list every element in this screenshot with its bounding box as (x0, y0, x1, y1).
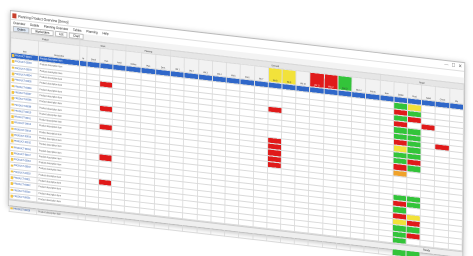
column-header[interactable]: Avail. (112, 49, 127, 66)
folder-icon (10, 170, 13, 173)
column-header[interactable]: Wk 15 (365, 78, 380, 95)
column-header[interactable]: Info (449, 88, 464, 105)
folder-icon (10, 188, 13, 192)
folder-icon (11, 115, 14, 118)
folder-icon (11, 90, 14, 94)
folder-icon (11, 66, 14, 70)
folder-icon (11, 60, 15, 63)
column-header[interactable]: Wk 12 (323, 73, 338, 90)
column-header[interactable]: Wk 11 (309, 72, 325, 89)
folder-icon (11, 78, 14, 82)
folder-icon (10, 176, 13, 179)
folder-icon (10, 194, 13, 198)
column-header[interactable]: Sales (421, 84, 436, 102)
folder-icon (10, 151, 14, 155)
folder-icon (11, 84, 14, 88)
column-header[interactable]: Wk 3 (198, 59, 213, 76)
minimize-icon[interactable]: — (444, 62, 448, 68)
folder-icon (10, 206, 13, 210)
folder-icon (11, 109, 14, 112)
column-header[interactable]: Wk 7 (254, 65, 269, 82)
folder-icon (10, 164, 13, 167)
folder-icon (11, 121, 14, 125)
column-header[interactable]: Wk 9 (282, 68, 297, 86)
column-header[interactable]: Wk 1 (170, 56, 185, 73)
folder-icon (11, 133, 14, 137)
column-header[interactable]: Wk 10 (295, 70, 311, 87)
folder-icon (11, 72, 14, 76)
folder-icon (11, 139, 14, 143)
column-header[interactable]: Status (393, 81, 408, 98)
column-header[interactable]: Wk 5 (226, 62, 241, 79)
window-controls: — ☐ ✕ (444, 62, 464, 70)
column-header[interactable]: Nr (79, 45, 88, 62)
column-header[interactable]: Wk 2 (184, 57, 199, 74)
folder-icon (11, 145, 14, 149)
screenshot-stage: Planning Product Overview [Demo] — ☐ ✕ O… (0, 0, 473, 256)
column-header[interactable]: Check (435, 86, 450, 103)
app-icon (12, 12, 17, 19)
column-header[interactable]: Wk 14 (351, 76, 366, 94)
column-header[interactable]: Wk 8 (268, 67, 283, 84)
folder-icon (10, 182, 13, 186)
menu-item-5[interactable]: Help (102, 31, 108, 36)
maximize-icon[interactable]: ☐ (452, 63, 456, 69)
folder-icon (11, 54, 15, 57)
column-header[interactable]: Stock (86, 46, 101, 63)
value-cell[interactable] (77, 212, 86, 220)
column-header[interactable]: Wk 6 (240, 64, 255, 81)
folder-icon (10, 157, 14, 161)
column-header[interactable]: Sum (379, 80, 394, 97)
column-header[interactable]: Wk 4 (212, 60, 227, 78)
status-text: Ready (422, 247, 431, 253)
column-header[interactable]: Res. (99, 48, 114, 65)
close-icon[interactable]: ✕ (458, 63, 461, 69)
folder-icon (11, 102, 14, 106)
item-name: PRODUCT-00026 (13, 207, 31, 212)
column-header[interactable]: Prod. (407, 83, 422, 100)
app-window: Planning Product Overview [Demo] — ☐ ✕ O… (7, 10, 466, 256)
column-header[interactable]: Wk 13 (337, 75, 352, 92)
folder-icon (11, 127, 14, 131)
folder-icon (11, 96, 14, 100)
